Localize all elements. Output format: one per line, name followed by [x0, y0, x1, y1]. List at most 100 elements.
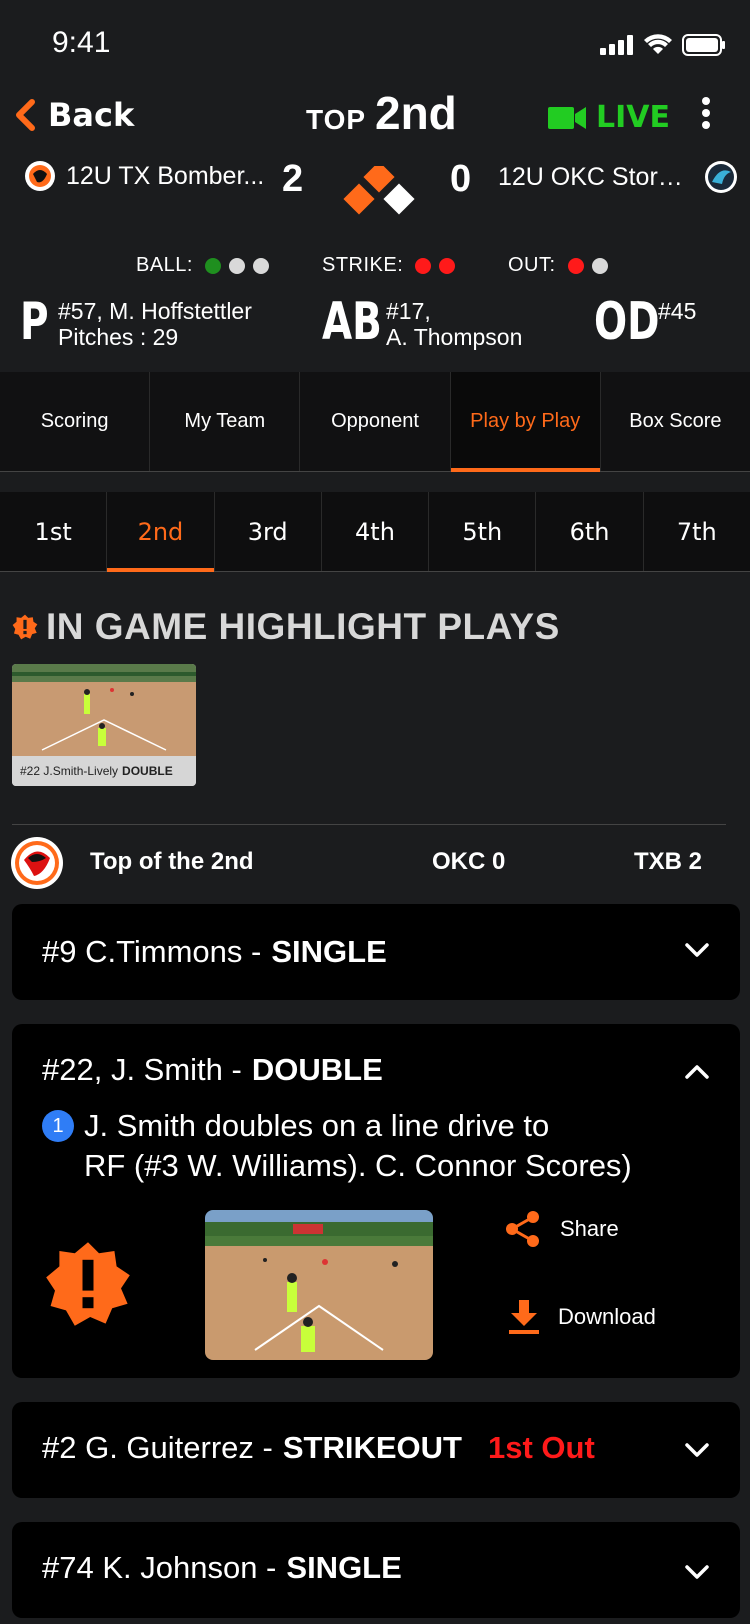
play-player: #22, J. Smith - [42, 1052, 242, 1087]
back-label: Back [48, 96, 135, 134]
out-dot [591, 257, 608, 274]
inning-tab-1st[interactable]: 1st [0, 492, 108, 571]
highlight-alert-icon[interactable] [44, 1240, 132, 1328]
video-camera-icon [548, 106, 586, 129]
share-label: Share [560, 1216, 619, 1241]
play-item[interactable]: #2 G. Guiterrez - STRIKEOUT 1st Out [12, 1402, 740, 1498]
inning-tab-6th[interactable]: 6th [536, 492, 644, 571]
more-options-button[interactable] [700, 96, 712, 135]
away-team-name: 12U OKC Storm... [498, 162, 694, 191]
out-dot [567, 257, 584, 274]
inning-tab-3rd[interactable]: 3rd [215, 492, 322, 571]
strike-label: STRIKE: [322, 254, 404, 276]
ondeck-letter: OD [594, 292, 660, 352]
strike-dot [415, 257, 432, 274]
home-team-name: 12U TX Bomber... [66, 161, 265, 190]
play-player: #9 C.Timmons - [42, 934, 262, 969]
highlight-caption: #22 J.Smith-Lively DOUBLE [12, 756, 196, 786]
play-result: SINGLE [286, 1550, 402, 1585]
inning-tab-4th[interactable]: 4th [322, 492, 430, 571]
out-dots [567, 257, 608, 274]
back-button[interactable]: Back [14, 96, 134, 134]
ondeck-number: #45 [658, 298, 697, 324]
highlight-play: DOUBLE [122, 764, 173, 778]
storm-logo-icon [705, 161, 737, 193]
softball-field-thumbnail [205, 1210, 433, 1360]
home-score: 2 [282, 158, 304, 200]
inning-tab-5th[interactable]: 5th [429, 492, 537, 571]
chevron-left-icon [16, 99, 35, 131]
pitcher-letter: P [20, 292, 49, 352]
highlights-title: IN GAME HIGHLIGHT PLAYS [46, 606, 560, 647]
ball-dots [204, 257, 269, 274]
highlight-player: #22 J.Smith-Lively [20, 764, 119, 778]
play-result: SINGLE [271, 934, 387, 969]
ball-dot [204, 257, 221, 274]
play-player: #74 K. Johnson - [42, 1550, 277, 1585]
chevron-down-icon[interactable] [684, 1442, 710, 1458]
txb-score: TXB 2 [634, 848, 703, 875]
strike-dot [439, 257, 456, 274]
batter-number: #17, [386, 298, 431, 324]
okc-score: OKC 0 [432, 848, 506, 875]
inning-half: TOP [306, 104, 367, 135]
highlight-video-card[interactable]: #22 J.Smith-Lively DOUBLE [12, 664, 196, 786]
wifi-icon [644, 34, 672, 54]
bombers-logo-icon [11, 837, 63, 889]
live-label: LIVE [596, 100, 670, 135]
inning-tabs: 1st 2nd 3rd 4th 5th 6th 7th [0, 492, 750, 572]
play-item-expanded[interactable]: #22, J. Smith - DOUBLE 1 J. Smith doubles… [12, 1024, 740, 1378]
softball-field-thumbnail [12, 664, 196, 756]
out-label: OUT: [508, 254, 556, 276]
play-result: STRIKEOUT [282, 1430, 462, 1465]
inning-tab-2nd[interactable]: 2nd [107, 492, 215, 572]
share-button[interactable]: Share [504, 1210, 619, 1248]
chevron-down-icon[interactable] [684, 1564, 710, 1580]
strike-dots [415, 257, 456, 274]
ball-dot [228, 257, 245, 274]
play-item[interactable]: #9 C.Timmons - SINGLE [12, 904, 740, 1000]
tab-my-team[interactable]: My Team [150, 372, 301, 471]
out-count: OUT: [508, 254, 608, 277]
ball-dot [252, 257, 269, 274]
tab-scoring[interactable]: Scoring [0, 372, 151, 471]
play-step-number: 1 [42, 1110, 74, 1142]
bases-diamond-icon [343, 166, 415, 215]
batter-letter: AB [322, 292, 382, 352]
bombers-logo-icon [25, 161, 55, 191]
main-tabs: Scoring My Team Opponent Play by Play Bo… [0, 372, 750, 472]
divider [12, 824, 726, 825]
tab-play-by-play[interactable]: Play by Play [450, 372, 601, 472]
play-detail-line1: J. Smith doubles on a line drive to [84, 1108, 550, 1143]
half-inning-title: Top of the 2nd [90, 848, 254, 875]
play-title: #74 K. Johnson - SINGLE [42, 1550, 402, 1586]
inning-number: 2nd [375, 87, 457, 139]
play-title: #2 G. Guiterrez - STRIKEOUT 1st Out [42, 1430, 595, 1466]
chevron-up-icon[interactable] [684, 1064, 710, 1080]
play-item[interactable]: #74 K. Johnson - SINGLE [12, 1522, 740, 1618]
tab-opponent[interactable]: Opponent [300, 372, 451, 471]
ball-label: BALL: [136, 254, 193, 276]
signal-icon [600, 35, 633, 55]
inning-tab-7th[interactable]: 7th [644, 492, 750, 571]
chevron-down-icon[interactable] [684, 942, 710, 958]
ball-count: BALL: [136, 254, 269, 277]
batter-name: A. Thompson [386, 324, 523, 350]
download-label: Download [558, 1304, 656, 1329]
battery-icon [682, 34, 725, 56]
strike-count: STRIKE: [322, 254, 456, 277]
play-title: #22, J. Smith - DOUBLE [42, 1052, 383, 1088]
live-button[interactable]: LIVE [548, 100, 670, 135]
play-description: 1 J. Smith doubles on a line drive to RF … [42, 1106, 722, 1186]
share-icon [506, 1211, 539, 1247]
play-video-thumbnail[interactable] [205, 1210, 433, 1360]
away-team: 12U OKC Storm... [498, 160, 738, 194]
play-result: DOUBLE [251, 1052, 383, 1087]
download-button[interactable]: Download [508, 1300, 656, 1334]
home-team: 12U TX Bomber... [24, 160, 274, 192]
batter-info: #17, A. Thompson [386, 298, 522, 350]
status-icons [600, 34, 726, 56]
download-icon [509, 1300, 539, 1334]
alert-badge-icon [12, 614, 38, 640]
tab-box-score[interactable]: Box Score [601, 372, 750, 471]
